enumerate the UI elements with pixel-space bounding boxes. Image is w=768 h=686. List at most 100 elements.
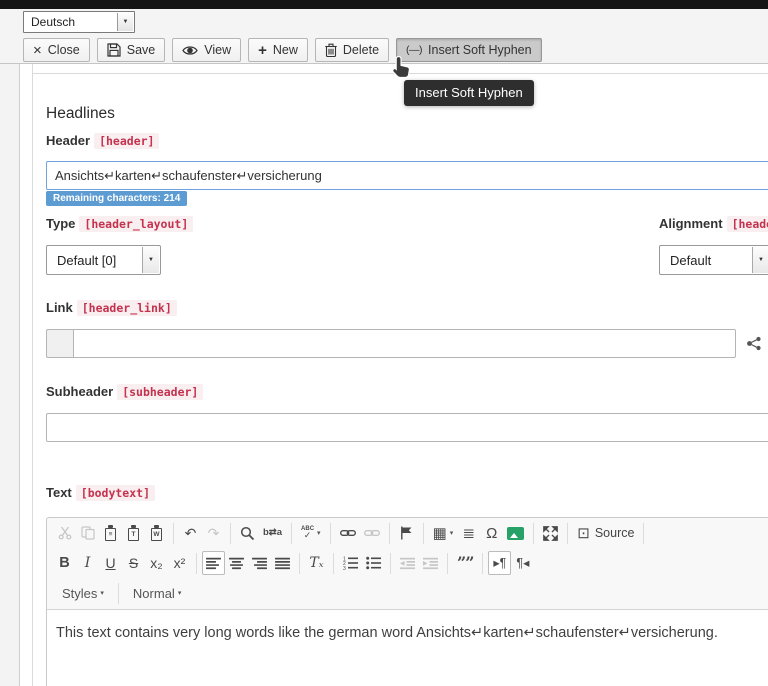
header-input[interactable] <box>46 161 768 190</box>
align-center-button[interactable] <box>225 551 248 575</box>
rich-text-editor: ≡ TW ↶ ↷ b⇄a ABC✓▾ ▦▾≣ Ω ⊡Source BIUSx₂x² Tₓ 123 ”” ▸… <box>46 517 768 686</box>
chevron-down-icon: ▾ <box>100 589 104 597</box>
maximize-icon <box>543 526 558 541</box>
subscript-button[interactable]: x₂ <box>145 551 168 575</box>
type-select[interactable]: Default [0] ▼ <box>46 245 161 275</box>
paste-icon: ≡ <box>105 528 116 541</box>
toolbar-separator <box>196 553 197 574</box>
editor-content[interactable]: This text contains very long words like … <box>47 610 768 686</box>
toolbar-separator <box>118 583 119 604</box>
insert-soft-hyphen-button[interactable]: (—) Insert Soft Hyphen <box>396 38 542 62</box>
unlink-button <box>360 521 384 545</box>
chevron-down-icon: ▼ <box>117 13 133 31</box>
spellcheck-button[interactable]: ABC✓▾ <box>297 521 325 545</box>
styles-dropdown[interactable]: Styles▾ <box>53 581 113 605</box>
styles-icon: Styles <box>62 587 97 600</box>
link-label-text: Link <box>46 300 73 315</box>
underline-button[interactable]: U <box>99 551 122 575</box>
table-button[interactable]: ▦▾ <box>429 521 458 545</box>
strikethrough-button[interactable]: S <box>122 551 145 575</box>
subheader-label-text: Subheader <box>46 384 113 399</box>
anchor-button[interactable] <box>395 521 418 545</box>
link-input[interactable] <box>73 329 736 358</box>
chevron-down-icon: ▾ <box>178 589 182 597</box>
language-select[interactable]: Deutsch ▼ <box>23 11 135 33</box>
chevron-down-icon: ▾ <box>450 529 454 537</box>
editor-paragraph: This text contains very long words like … <box>56 623 768 644</box>
paste-as-text-button[interactable]: T <box>122 521 145 545</box>
alignment-select[interactable]: Default ▼ <box>659 245 768 275</box>
align-right-button[interactable] <box>248 551 271 575</box>
plus-icon: + <box>258 43 267 58</box>
new-button[interactable]: + New <box>248 38 308 62</box>
italic-button[interactable]: I <box>76 551 99 575</box>
close-button[interactable]: × Close <box>23 38 90 62</box>
maximize-button[interactable] <box>539 521 562 545</box>
chevron-down-icon: ▼ <box>752 247 768 273</box>
toolbar-separator <box>389 523 390 544</box>
blockquote-button[interactable]: ”” <box>453 551 477 575</box>
find-button[interactable] <box>236 521 259 545</box>
view-button[interactable]: View <box>172 38 241 62</box>
anchor-icon <box>400 526 413 540</box>
bold-button[interactable]: B <box>53 551 76 575</box>
link-browser-icon[interactable] <box>745 336 764 351</box>
paste-from-word-button[interactable]: W <box>145 521 168 545</box>
floppy-icon <box>107 43 121 57</box>
align-justify-button[interactable] <box>271 551 294 575</box>
dir-rtl-button[interactable]: ¶◂ <box>511 551 534 575</box>
save-button[interactable]: Save <box>97 38 166 62</box>
horizontal-rule-button[interactable]: ≣ <box>457 521 480 545</box>
strikethrough-icon: S <box>129 556 138 570</box>
link-icon <box>340 528 356 538</box>
insert-soft-hyphen-button-label: Insert Soft Hyphen <box>428 43 532 57</box>
toolbar-separator <box>390 553 391 574</box>
delete-button[interactable]: Delete <box>315 38 389 62</box>
close-icon: × <box>33 43 42 58</box>
list-ul-button[interactable] <box>362 551 385 575</box>
dir-ltr-button[interactable]: ▸¶ <box>488 551 511 575</box>
undo-button[interactable]: ↶ <box>179 521 202 545</box>
paste-from-word-icon: W <box>151 528 162 541</box>
toolbar-separator <box>173 523 174 544</box>
special-character-button[interactable]: Ω <box>480 521 503 545</box>
paste-as-text-icon: T <box>128 528 139 541</box>
indent-icon <box>423 557 438 570</box>
tooltip-text: Insert Soft Hyphen <box>415 85 523 100</box>
align-center-icon <box>229 557 244 570</box>
format-dropdown[interactable]: Normal▾ <box>124 581 190 605</box>
superscript-button[interactable]: x² <box>168 551 191 575</box>
delete-button-label: Delete <box>343 43 379 57</box>
section-title: Headlines <box>46 105 115 123</box>
language-select-value: Deutsch <box>31 15 75 29</box>
source-button[interactable]: ⊡Source <box>573 521 638 545</box>
outdent-button <box>396 551 419 575</box>
type-label-text: Type <box>46 216 75 231</box>
chevron-down-icon: ▼ <box>142 247 159 273</box>
type-field-label: Type[header_layout] <box>46 216 193 231</box>
paste-button[interactable]: ≡ <box>99 521 122 545</box>
redo-icon: ↷ <box>208 526 220 540</box>
align-left-button[interactable] <box>202 551 225 575</box>
special-character-icon: Ω <box>486 526 497 541</box>
image-button[interactable] <box>503 521 528 545</box>
subheader-input[interactable] <box>46 413 768 442</box>
source-icon: ⊡ <box>577 526 590 541</box>
remove-format-button[interactable]: Tₓ <box>305 551 328 575</box>
header-field-tag: [header] <box>94 133 159 149</box>
list-ul-icon <box>366 556 381 570</box>
indent-button <box>419 551 442 575</box>
toolbar-separator <box>333 553 334 574</box>
view-button-label: View <box>204 43 231 57</box>
header-field-label: Header[header] <box>46 133 159 148</box>
type-select-value: Default [0] <box>57 253 116 268</box>
link-button[interactable] <box>336 521 360 545</box>
list-ol-button[interactable]: 123 <box>339 551 362 575</box>
link-input-group <box>46 329 764 358</box>
replace-button[interactable]: b⇄a <box>259 521 286 545</box>
remaining-characters-badge: Remaining characters: 214 <box>46 191 187 206</box>
format-icon: Normal <box>133 587 175 600</box>
toolbar-separator <box>567 523 568 544</box>
screen: Deutsch ▼ × Close Save View + New Dele <box>0 0 768 686</box>
align-right-icon <box>252 557 267 570</box>
